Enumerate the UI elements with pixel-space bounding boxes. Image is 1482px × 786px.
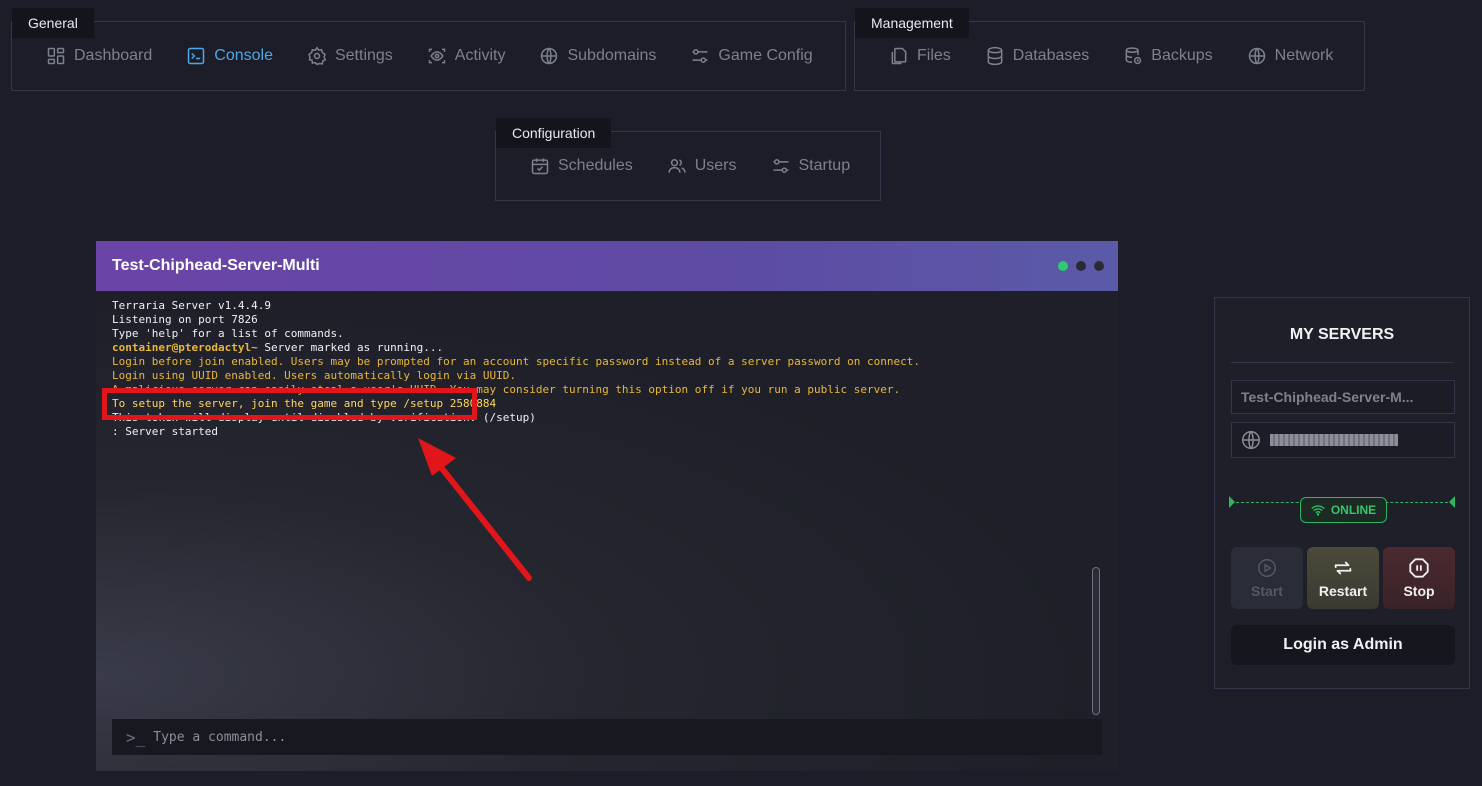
- nav-group-legend: Management: [855, 8, 969, 38]
- stop-label: Stop: [1403, 583, 1435, 599]
- console-output[interactable]: Terraria Server v1.4.4.9 Listening on por…: [96, 291, 1118, 771]
- nav-group-legend: General: [12, 8, 94, 38]
- arrow-right-icon: [1449, 496, 1455, 508]
- console-line: Terraria Server v1.4.4.9: [112, 299, 1088, 313]
- divider: [1231, 362, 1453, 363]
- restart-icon: [1334, 561, 1352, 575]
- nav-item-label: Settings: [334, 47, 393, 64]
- nav-item-label: Activity: [454, 47, 506, 64]
- start-button[interactable]: Start: [1231, 547, 1303, 609]
- console-line-text: Login using UUID enabled. Users automati…: [112, 369, 516, 382]
- nav-item-subdomains[interactable]: Subdomains: [539, 46, 656, 66]
- terminal-icon: [188, 47, 205, 65]
- server-name-field[interactable]: Test-Chiphead-Server-M...: [1231, 380, 1455, 414]
- nav-group-configuration: Configuration Schedules Users Startup: [495, 118, 881, 201]
- nav-item-label: Databases: [1012, 47, 1090, 64]
- restart-button[interactable]: Restart: [1307, 547, 1379, 609]
- console-line-text: Listening on port 7826: [112, 313, 258, 326]
- backup-icon: [1125, 47, 1142, 65]
- nav-item-dashboard[interactable]: Dashboard: [46, 46, 152, 66]
- dot-icon: [1094, 261, 1104, 271]
- console-line-text: Type 'help' for a list of commands.: [112, 327, 344, 340]
- console-prompt: container@pterodactyl~: [112, 341, 258, 354]
- sliders-icon: [692, 49, 708, 64]
- globe-icon: [1248, 47, 1265, 65]
- nav-item-label: Dashboard: [74, 47, 153, 64]
- nav-item-settings[interactable]: Settings: [307, 46, 393, 66]
- my-servers-title: MY SERVERS: [1289, 326, 1395, 343]
- nav-item-users[interactable]: Users: [667, 156, 737, 176]
- nav-item-databases[interactable]: Databases: [985, 46, 1090, 66]
- console-line-text: Login before join enabled. Users may be …: [112, 355, 920, 368]
- login-as-admin-button[interactable]: Login as Admin: [1231, 625, 1455, 665]
- console-line-text: Terraria Server v1.4.4.9: [112, 299, 271, 312]
- nav-item-label: Startup: [798, 157, 851, 174]
- console-scrollbar[interactable]: [1092, 567, 1100, 715]
- status-text: ONLINE: [1330, 503, 1377, 517]
- nav-item-startup[interactable]: Startup: [771, 156, 851, 176]
- nav-item-label: Subdomains: [567, 47, 657, 64]
- dot-icon: [1076, 261, 1086, 271]
- nav-item-activity[interactable]: Activity: [427, 46, 506, 66]
- highlight-box: [102, 388, 477, 420]
- console-line: Type 'help' for a list of commands.: [112, 327, 1088, 341]
- console-line: Listening on port 7826: [112, 313, 1088, 327]
- sliders-icon: [773, 159, 788, 173]
- my-servers-panel: MY SERVERS Test-Chiphead-Server-M... ONL…: [1214, 297, 1470, 689]
- console-header: Test-Chiphead-Server-Multi: [96, 241, 1118, 291]
- stop-button[interactable]: Stop: [1383, 547, 1455, 609]
- nav-item-files[interactable]: Files: [889, 46, 951, 66]
- start-label: Start: [1251, 583, 1283, 599]
- nav-group-management: Management Files Databases Backups Netwo…: [854, 8, 1365, 91]
- play-icon: [1258, 559, 1276, 577]
- redacted-address: [1270, 434, 1398, 446]
- stop-icon: [1409, 558, 1429, 578]
- console-line: Login using UUID enabled. Users automati…: [112, 369, 1088, 383]
- database-icon: [987, 46, 1003, 66]
- console-line: : Server started: [112, 425, 1088, 439]
- status-badge: ONLINE: [1300, 497, 1387, 523]
- console-line-text: Server marked as running...: [257, 341, 444, 354]
- restart-label: Restart: [1318, 583, 1368, 599]
- users-icon: [668, 159, 686, 173]
- prompt-icon: >_: [126, 727, 146, 747]
- command-input[interactable]: [153, 729, 1054, 745]
- nav-item-label: Console: [214, 47, 273, 64]
- nav-item-schedules[interactable]: Schedules: [530, 156, 633, 176]
- window-dots: [1058, 261, 1104, 271]
- nav-item-label: Network: [1274, 47, 1334, 64]
- nav-item-backups[interactable]: Backups: [1123, 46, 1213, 66]
- console-line: Login before join enabled. Users may be …: [112, 355, 1088, 369]
- console-line-text: : Server started: [112, 425, 218, 438]
- nav-item-network[interactable]: Network: [1247, 46, 1334, 66]
- console-title: Test-Chiphead-Server-Multi: [112, 257, 320, 274]
- gear-icon: [308, 46, 327, 66]
- eye-icon: [428, 48, 446, 64]
- wifi-icon: [1311, 505, 1325, 516]
- nav-item-label: Schedules: [558, 157, 633, 174]
- arrow-left-icon: [1229, 496, 1235, 508]
- console-panel: Test-Chiphead-Server-Multi Terraria Serv…: [96, 241, 1118, 771]
- console-line: container@pterodactyl~ Server marked as …: [112, 341, 1088, 355]
- nav-item-label: Game Config: [718, 47, 813, 64]
- nav-group-legend: Configuration: [496, 118, 612, 148]
- calendar-icon: [531, 158, 549, 175]
- nav-item-console[interactable]: Console: [186, 46, 273, 66]
- globe-icon: [1242, 431, 1260, 449]
- nav-item-game-config[interactable]: Game Config: [690, 46, 813, 66]
- server-address-field[interactable]: [1231, 422, 1455, 458]
- nav-item-label: Files: [917, 47, 951, 64]
- status-dot-icon: [1058, 261, 1068, 271]
- files-icon: [891, 47, 907, 65]
- command-bar[interactable]: >_: [112, 719, 1102, 755]
- globe-icon: [541, 47, 558, 65]
- nav-group-general: General Dashboard Console Settings Activ…: [11, 8, 846, 91]
- dashboard-icon: [47, 47, 65, 65]
- nav-item-label: Backups: [1151, 47, 1213, 64]
- nav-item-label: Users: [694, 157, 737, 174]
